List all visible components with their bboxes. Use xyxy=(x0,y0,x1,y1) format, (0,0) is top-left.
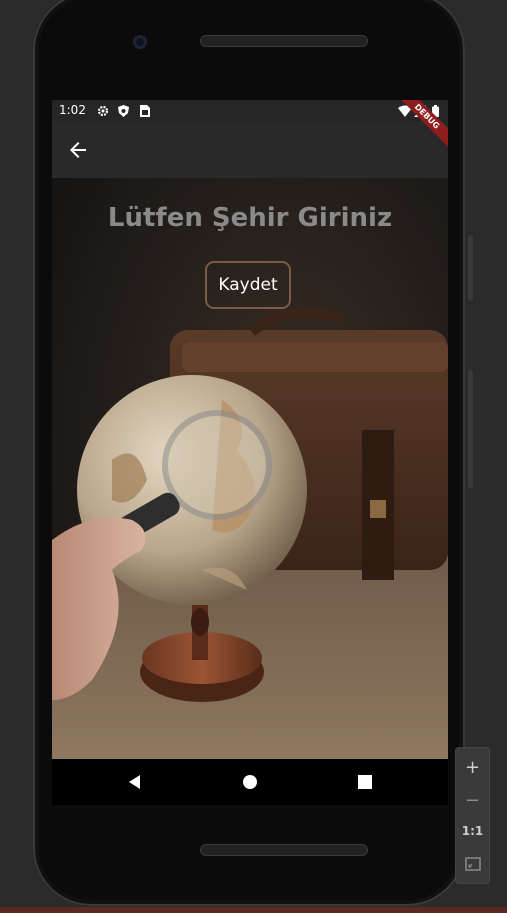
fit-screen-icon[interactable] xyxy=(456,849,489,879)
bottom-speaker xyxy=(200,844,368,856)
volume-button xyxy=(468,235,473,301)
status-bar: 1:02 xyxy=(52,100,448,122)
app-screen: 1:02 Lütfen Şehir Giriniz Kaydet DEBUG xyxy=(52,100,448,759)
background-image xyxy=(52,100,448,759)
bottom-strip xyxy=(0,907,507,913)
power-button xyxy=(468,370,473,488)
actual-size-button[interactable]: 1:1 xyxy=(456,816,489,846)
app-bar xyxy=(52,122,448,178)
top-speaker xyxy=(200,35,368,47)
page-title: Lütfen Şehir Giriniz xyxy=(107,203,393,233)
front-camera xyxy=(133,35,147,49)
save-button[interactable]: Kaydet xyxy=(205,261,291,309)
zoom-panel: + − 1:1 xyxy=(455,747,490,884)
settings-icon xyxy=(97,105,109,120)
sim-card-icon xyxy=(140,105,150,120)
nav-home-icon[interactable] xyxy=(240,772,260,792)
navigation-bar xyxy=(52,759,448,805)
status-time: 1:02 xyxy=(59,103,86,117)
nav-back-icon[interactable] xyxy=(125,772,145,792)
shield-icon xyxy=(118,105,129,120)
nav-recents-icon[interactable] xyxy=(355,772,375,792)
back-arrow-icon[interactable] xyxy=(66,138,90,162)
zoom-in-button[interactable]: + xyxy=(456,752,489,782)
zoom-out-button[interactable]: − xyxy=(456,785,489,815)
